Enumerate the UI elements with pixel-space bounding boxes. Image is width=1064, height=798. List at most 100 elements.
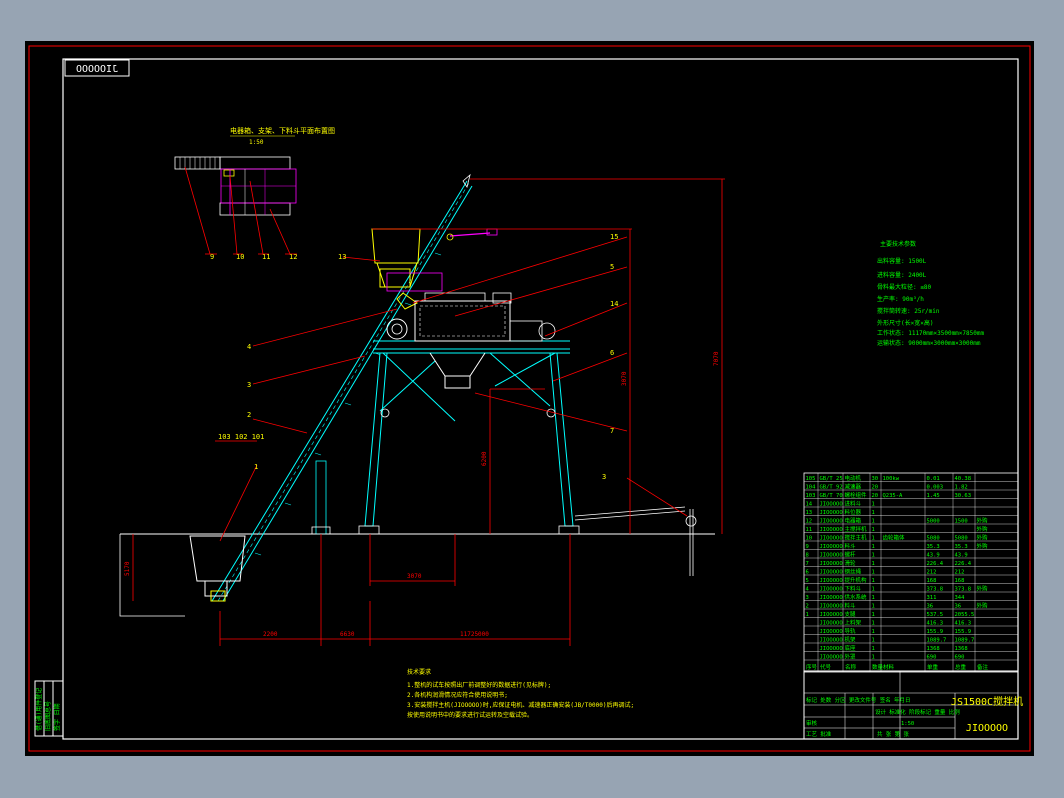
bom-cell: 40.38 [955, 476, 972, 482]
bom-cell: 电器箱 [845, 516, 862, 524]
bom-cell: 1 [872, 561, 875, 567]
bom-cell: 14 [806, 501, 813, 507]
svg-text:出料容量: 1500L: 出料容量: 1500L [877, 257, 927, 265]
bom-cell: 1 [872, 544, 875, 550]
technical-notes: 技术要求 1.整机的试车按照出厂前调整好的数据进行(见标牌); 2.各机构润滑情… [407, 668, 634, 719]
bom-cell: 103 [806, 493, 816, 499]
bom-cell: 30.63 [955, 493, 972, 499]
bom-cell: 36 [927, 603, 934, 609]
bom-cell: 底座 [845, 644, 857, 652]
svg-text:工艺 批准: 工艺 批准 [806, 730, 832, 738]
bom-cell: 上料架 [845, 618, 862, 626]
bom-cell: 690 [927, 654, 937, 660]
bom-cell: 1 [872, 586, 875, 592]
detail-view [174, 156, 297, 216]
svg-text:进料容量: 2400L: 进料容量: 2400L [877, 271, 927, 279]
bom-cell: 5080 [955, 535, 968, 541]
bom-cell: 下料斗 [845, 584, 862, 592]
svg-text:运输状态: 9000mm×3000mm×3000mm: 运输状态: 9000mm×3000mm×3000mm [877, 339, 981, 347]
bom-cell: 105 [806, 476, 816, 482]
bom-header-cell: 备注 [977, 663, 989, 671]
bom-cell: 外罩 [845, 652, 857, 660]
bom-header-cell: 名称 [845, 663, 857, 671]
bom-cell: 搅拌主机 [845, 533, 868, 541]
detail-callout-11: 11 [262, 253, 270, 261]
bom-cell: 155.9 [927, 629, 944, 635]
bom-cell: GB/T 92 [820, 484, 843, 490]
callout-15: 15 [610, 233, 618, 241]
bom-cell: 支腿 [845, 610, 857, 618]
dim-height-total: 7070 [713, 351, 720, 366]
bom-cell: 30 [872, 476, 879, 482]
bom-cell: JIOOOOO [820, 620, 843, 626]
cad-viewport[interactable]: JIOOOOO 借(通)用件登记 旧底图总号 签字 日期 电器箱、支架、下料斗平… [25, 41, 1034, 756]
bom-cell: GB/T 25 [820, 476, 843, 482]
bom-cell: 1 [872, 603, 875, 609]
dim-height-discharge: 6200 [481, 451, 488, 466]
bom-cell: JIOOOOO [820, 629, 843, 635]
callout-6: 6 [610, 349, 614, 357]
bom-cell: JIOOOOO [820, 612, 843, 618]
bom-cell: 373.8 [927, 586, 944, 592]
detail-callout-10: 10 [236, 253, 244, 261]
bom-cell: JIOOOOO [820, 535, 843, 541]
bom-cell: 1368 [955, 646, 968, 652]
bom-header-cell: 单重 [927, 663, 939, 671]
bom-cell: 1 [872, 620, 875, 626]
svg-text:借(通)用件登记: 借(通)用件登记 [35, 688, 43, 731]
bom-cell: 1 [872, 510, 875, 516]
bom-cell: 1 [872, 646, 875, 652]
dim-height-mixer: 3070 [621, 371, 628, 386]
bom-cell: 进料斗 [845, 499, 862, 507]
bom-cell: 537.5 [927, 612, 944, 618]
svg-text:旧底图总号: 旧底图总号 [44, 701, 52, 731]
svg-text:主要技术参数: 主要技术参数 [880, 240, 916, 248]
bom-cell: 1 [872, 527, 875, 533]
bom-cell: 主搅拌机 [845, 525, 868, 533]
bom-cell: 104 [806, 484, 817, 490]
bom-cell: Q235-A [883, 493, 904, 499]
bom-cell: 155.9 [955, 629, 972, 635]
bom-header-cell: 序号 [806, 663, 818, 671]
bom-cell: 供水系统 [845, 593, 868, 601]
title-block-name: JS1500C搅拌机 [951, 695, 1023, 708]
bom-table: 105 GB/T 25 电动机 30 100kw 0.01 40.38104 GB/T 92 减… [803, 472, 1019, 673]
bom-cell: 212 [927, 569, 937, 575]
bom-cell: 1.45 [927, 493, 940, 499]
title-block-code: JIOOOOO [966, 723, 1008, 734]
bom-cell: JIOOOOO [820, 527, 843, 533]
bom-cell: 9 [806, 544, 809, 550]
mixer-body [386, 292, 556, 342]
bom-cell: JIOOOOO [820, 561, 843, 567]
bom-cell: 1 [806, 612, 809, 618]
svg-text:生产率: 90m³/h: 生产率: 90m³/h [877, 295, 924, 303]
bom-cell: 钢丝绳 [845, 567, 862, 575]
bom-cell: JIOOOOO [820, 586, 843, 592]
bom-cell: JIOOOOO [820, 646, 843, 652]
bom-cell: 10 [806, 535, 813, 541]
bom-cell: JIOOOOO [820, 603, 843, 609]
bom-cell: 螺杆 [845, 550, 857, 558]
bom-cell: 11 [806, 527, 813, 533]
dim-width-frame: 3070 [407, 573, 422, 580]
bom-cell: 0.01 [927, 476, 940, 482]
bom-cell: 1 [872, 518, 875, 524]
svg-text:搅拌筒转速: 25r/min: 搅拌筒转速: 25r/min [877, 307, 940, 315]
callout-2: 2 [247, 411, 251, 419]
svg-text:按使用说明书中的要求进行试运转及空载试验。: 按使用说明书中的要求进行试运转及空载试验。 [407, 711, 533, 719]
bom-cell: 齿轮箱体 [883, 533, 906, 541]
bom-cell: 1368 [927, 646, 940, 652]
bom-cell: 212 [955, 569, 965, 575]
bom-cell: 外购 [977, 516, 989, 524]
title-block: 标记 处数 分区 更改文件号 签名 年月日 设计 标准化 阶段标记 重量 比例 … [803, 670, 1023, 740]
bom-cell: GB/T 70 [820, 493, 843, 499]
bom-cell: 外购 [977, 525, 989, 533]
bom-cell: 2055.5 [955, 612, 975, 618]
bom-cell: 7 [806, 561, 809, 567]
bom-cell: JIOOOOO [820, 569, 843, 575]
svg-text:工作状态: 11170mm×3500mm×7850mm: 工作状态: 11170mm×3500mm×7850mm [877, 329, 984, 337]
bom-cell: 373.8 [955, 586, 972, 592]
bom-header-cell: 总重 [955, 663, 967, 671]
bom-cell: 料位器 [845, 508, 862, 516]
bom-cell: JIOOOOO [820, 578, 843, 584]
